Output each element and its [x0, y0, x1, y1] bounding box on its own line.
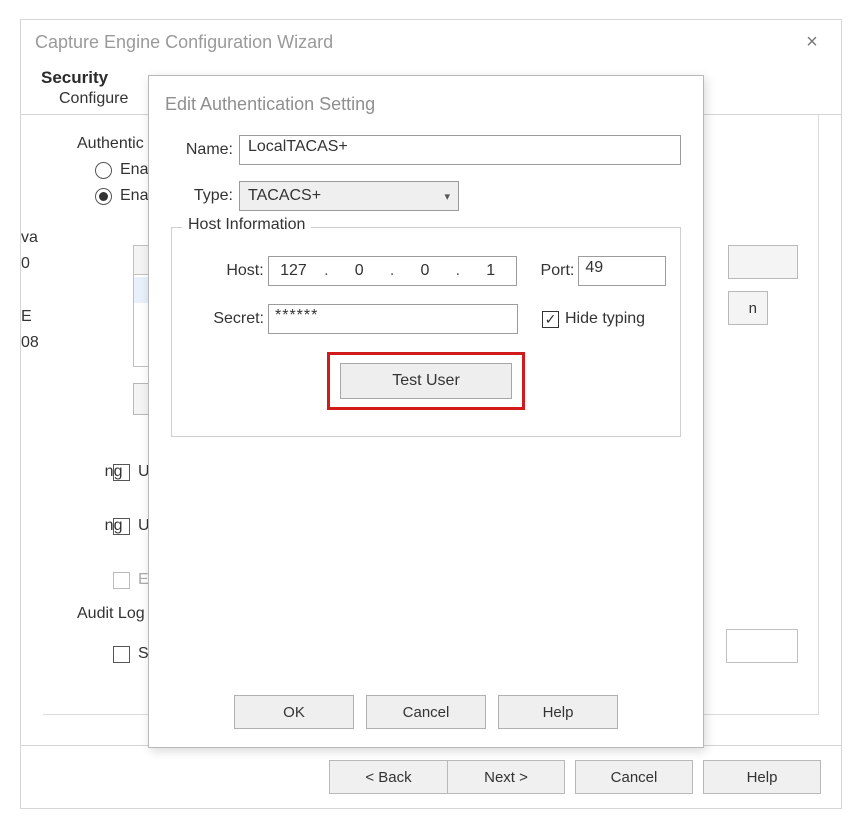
checkbox-icon: ✓ — [542, 311, 559, 328]
test-user-highlight: Test User — [327, 352, 525, 410]
name-input[interactable]: LocalTACAS+ — [239, 135, 681, 165]
wizard-title: Capture Engine Configuration Wizard — [35, 32, 333, 53]
checkbox-icon — [113, 646, 130, 663]
radio-icon — [95, 162, 112, 179]
type-value: TACACS+ — [248, 187, 321, 205]
ok-button[interactable]: OK — [234, 695, 354, 729]
cancel-button[interactable]: Cancel — [366, 695, 486, 729]
test-user-button[interactable]: Test User — [340, 363, 512, 399]
help-button[interactable]: Help — [498, 695, 618, 729]
port-input[interactable]: 49 — [578, 256, 666, 286]
cancel-button[interactable]: Cancel — [575, 760, 693, 794]
hide-typing-label: Hide typing — [565, 310, 645, 328]
side-button-1[interactable] — [728, 245, 798, 279]
host-information-group: Host Information Host: 127. 0. 0. 1 Port… — [171, 227, 681, 437]
wizard-titlebar: Capture Engine Configuration Wizard × — [21, 20, 841, 64]
authentication-group: Authentic Ena Ena — [77, 135, 148, 213]
radio-icon — [95, 188, 112, 205]
help-button[interactable]: Help — [703, 760, 821, 794]
host-ip-input[interactable]: 127. 0. 0. 1 — [268, 256, 517, 286]
back-button[interactable]: < Back — [329, 760, 447, 794]
close-icon[interactable]: × — [797, 31, 827, 54]
edit-authentication-dialog: Edit Authentication Setting Name: LocalT… — [148, 75, 704, 748]
type-select[interactable]: TACACS+ ▾ — [239, 181, 459, 211]
dialog-title: Edit Authentication Setting — [149, 76, 703, 127]
secret-label: Secret: — [186, 310, 268, 328]
audit-log-label: Audit Log — [77, 605, 145, 623]
type-label: Type: — [171, 187, 239, 205]
side-button-2[interactable]: n — [728, 291, 768, 325]
authentication-label: Authentic — [77, 135, 148, 153]
wizard-footer: < Back Next > Cancel Help — [21, 745, 841, 808]
checkbox-icon — [113, 572, 130, 589]
audit-input[interactable] — [726, 629, 798, 663]
port-label: Port: — [541, 262, 575, 280]
left-cropped-text: va 0 E 08 — [21, 225, 39, 355]
radio-option-1[interactable]: Ena — [95, 161, 148, 179]
secret-input[interactable]: ****** — [268, 304, 518, 334]
radio-option-2[interactable]: Ena — [95, 187, 148, 205]
host-info-legend: Host Information — [182, 216, 311, 234]
host-label: Host: — [186, 262, 268, 280]
hide-typing-checkbox[interactable]: ✓ Hide typing — [542, 310, 645, 328]
chevron-down-icon: ▾ — [444, 190, 450, 203]
name-label: Name: — [171, 141, 239, 159]
dialog-footer: OK Cancel Help — [149, 695, 703, 729]
next-button[interactable]: Next > — [447, 760, 565, 794]
